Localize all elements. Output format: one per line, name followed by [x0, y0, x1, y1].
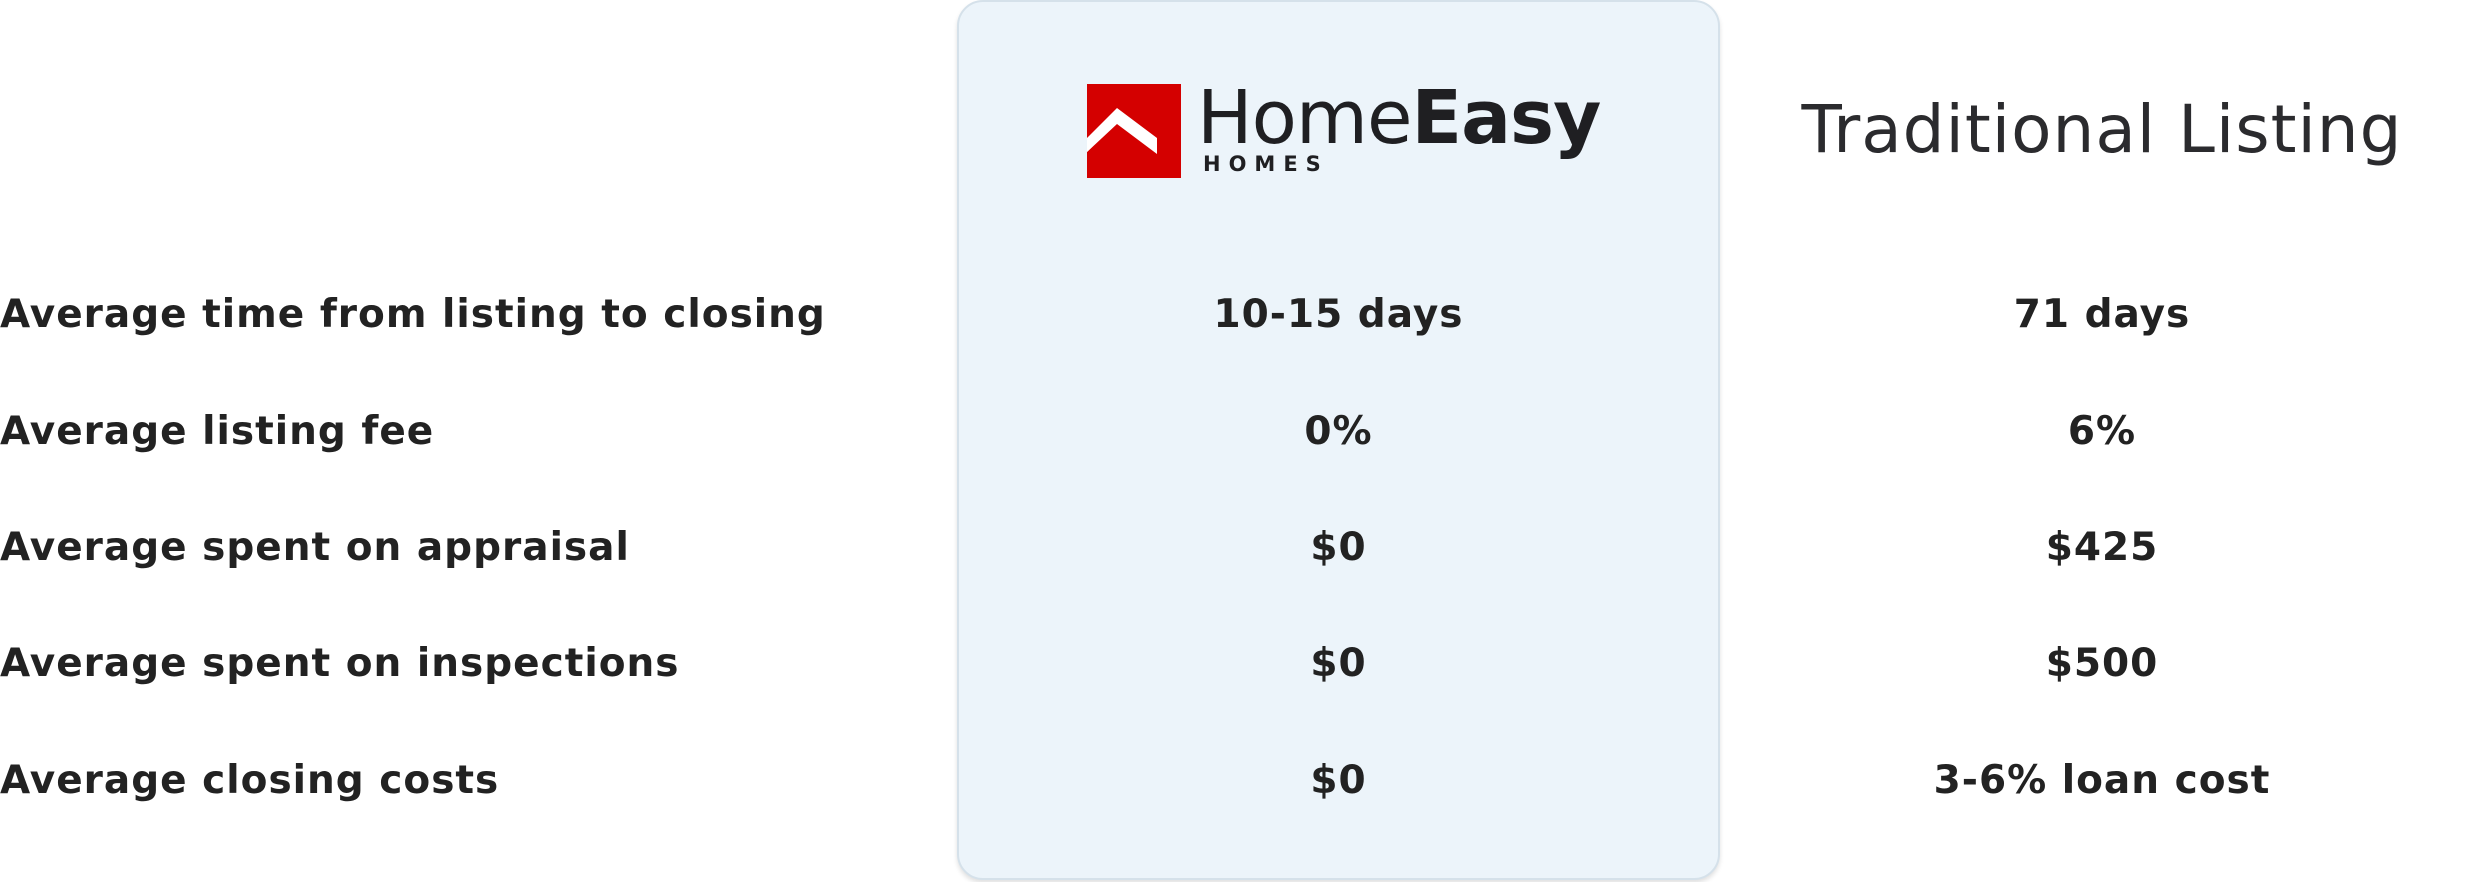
traditional-value: 3-6% loan cost [1933, 758, 2271, 803]
comparison-row: Average closing costs $0 3-6% loan cost [0, 751, 2484, 811]
homeeasy-value: $0 [1310, 525, 1367, 570]
homeeasy-value: $0 [1310, 641, 1367, 686]
row-label: Average spent on inspections [0, 641, 680, 686]
traditional-listing-header: Traditional Listing [1801, 91, 2403, 168]
logo-word-bold: Easy [1411, 75, 1602, 161]
logo-subtitle: HOMES [1203, 152, 1329, 176]
row-label: Average spent on appraisal [0, 525, 630, 570]
comparison-row: Average spent on inspections $0 $500 [0, 634, 2484, 694]
traditional-value: $500 [2045, 641, 2159, 686]
homeeasy-value: $0 [1310, 758, 1367, 803]
homeeasy-logo: HomeEasy HOMES [1087, 75, 1607, 178]
homeeasy-value: 10-15 days [1213, 292, 1464, 337]
traditional-value: $425 [2045, 525, 2159, 570]
traditional-value: 6% [2067, 409, 2137, 454]
house-roof-icon [1087, 84, 1181, 178]
row-label: Average time from listing to closing [0, 292, 826, 337]
row-label: Average listing fee [0, 409, 435, 454]
traditional-value: 71 days [2013, 292, 2191, 337]
comparison-row: Average listing fee 0% 6% [0, 402, 2484, 462]
comparison-row: Average spent on appraisal $0 $425 [0, 518, 2484, 578]
comparison-row: Average time from listing to closing 10-… [0, 285, 2484, 345]
homeeasy-value: 0% [1304, 409, 1373, 454]
row-label: Average closing costs [0, 758, 500, 803]
logo-word-light: Home [1197, 75, 1413, 161]
